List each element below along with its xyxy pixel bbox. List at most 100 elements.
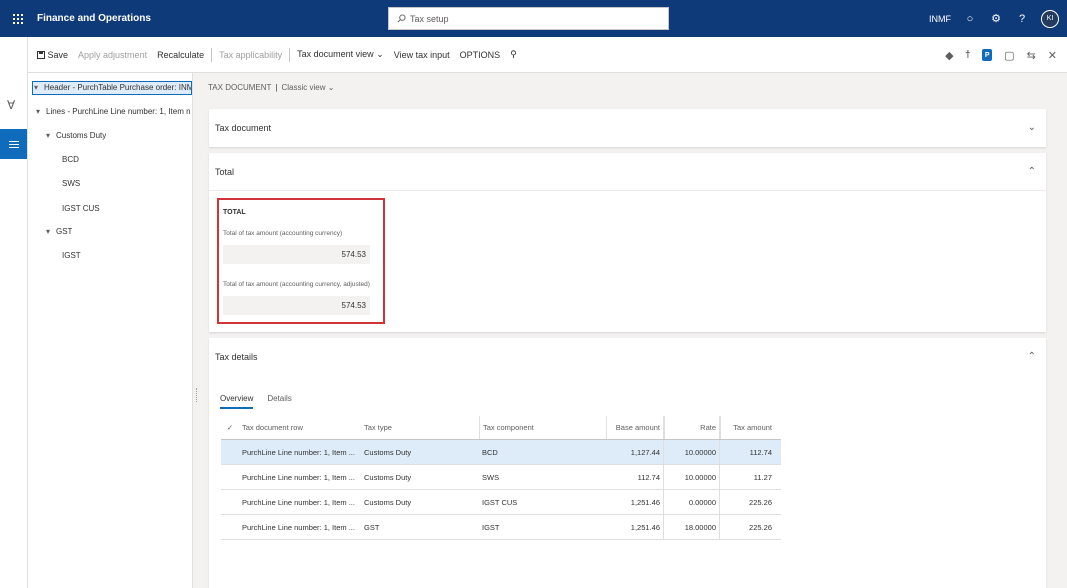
app-launcher-icon[interactable] (7, 8, 29, 30)
save-icon (37, 50, 45, 59)
cell-tax-component: SWS (482, 472, 500, 482)
tab-overview[interactable]: Overview (220, 394, 254, 409)
save-button[interactable]: Save (32, 50, 73, 60)
cell-rate: 0.00000 (664, 490, 720, 514)
cell-rate: 18.00000 (664, 515, 720, 539)
table-row[interactable]: PurchLine Line number: 1, Item ... Custo… (221, 465, 781, 490)
total-group-heading: TOTAL (223, 209, 246, 216)
total-tax-adjusted-field[interactable]: 574.53 (223, 296, 370, 315)
section-title: Tax details (215, 352, 258, 362)
cell-tax-document-row: PurchLine Line number: 1, Item ... (242, 472, 355, 482)
tree-node-sws[interactable]: SWS (62, 179, 80, 188)
column-header-tax-type[interactable]: Tax type (361, 416, 479, 439)
cell-tax-component: IGST CUS (482, 497, 518, 507)
list-icon[interactable] (0, 129, 27, 159)
tax-document-header[interactable]: Tax document ⌄ (209, 109, 1046, 147)
power-apps-icon[interactable]: P (982, 49, 993, 61)
breadcrumb-tax-document[interactable]: TAX DOCUMENT (208, 83, 271, 92)
chevron-up-icon[interactable]: ⌃ (1028, 166, 1036, 177)
select-all-checkbox[interactable]: ✓ (221, 416, 239, 439)
column-header-tax-component[interactable]: Tax component (479, 416, 606, 439)
cell-tax-component: IGST (482, 522, 500, 532)
action-pane: Save Apply adjustment Recalculate Tax ap… (28, 37, 1067, 73)
help-icon[interactable]: ? (1015, 12, 1029, 26)
avatar[interactable]: KI (1041, 9, 1059, 28)
collapse-icon[interactable]: ▾ (46, 227, 56, 236)
chevron-up-icon[interactable]: ⌃ (1028, 351, 1036, 362)
app-title[interactable]: Finance and Operations (37, 13, 151, 24)
nav-rail: ∀ (0, 37, 28, 588)
tax-document-tree: ▾ Header - PurchTable Purchase order: INM… (28, 73, 193, 588)
chevron-down-icon[interactable]: ⌄ (1028, 122, 1036, 133)
cell-tax-amount: 225.26 (749, 522, 772, 532)
refresh-icon[interactable]: ⇆ (1027, 49, 1036, 62)
cell-tax-type: Customs Duty (364, 472, 412, 482)
view-tax-input-button[interactable]: View tax input (389, 50, 455, 60)
cell-base-amount: 1,251.46 (606, 490, 664, 514)
tree-node-igst-cus[interactable]: IGST CUS (62, 204, 100, 213)
diamond-icon[interactable]: ◆ (945, 49, 953, 62)
collapse-icon[interactable]: ▾ (46, 131, 56, 140)
cell-tax-document-row: PurchLine Line number: 1, Item ... (242, 447, 355, 457)
cell-tax-component: BCD (482, 447, 498, 457)
cell-rate: 10.00000 (664, 465, 720, 489)
cell-base-amount: 112.74 (606, 465, 664, 489)
cell-tax-type: Customs Duty (364, 447, 412, 457)
collapse-icon[interactable]: ▾ (36, 107, 46, 116)
tree-node-header[interactable]: ▾ Header - PurchTable Purchase order: INM (32, 81, 192, 95)
tax-details-tabs: Overview Details (220, 394, 292, 409)
cell-tax-type: Customs Duty (364, 497, 412, 507)
bell-icon[interactable]: ○ (963, 12, 977, 26)
total-tax-field[interactable]: 574.53 (223, 245, 370, 264)
app-bar: Finance and Operations Tax setup INMF ○ … (0, 0, 1067, 37)
tree-node-igst[interactable]: IGST (62, 251, 81, 260)
tab-details[interactable]: Details (267, 394, 291, 409)
column-header-tax-amount[interactable]: Tax amount (720, 416, 775, 439)
cell-tax-type: GST (364, 522, 380, 532)
tax-document-section: Tax document ⌄ (209, 109, 1046, 147)
column-header-rate[interactable]: Rate (664, 416, 720, 439)
search-input[interactable]: Tax setup (388, 7, 669, 30)
cell-tax-document-row: PurchLine Line number: 1, Item ... (242, 522, 355, 532)
cell-tax-amount: 11.27 (753, 472, 772, 482)
recalculate-button[interactable]: Recalculate (152, 50, 209, 60)
total-header[interactable]: Total ⌃ (209, 153, 1046, 191)
tax-details-grid: ✓ Tax document row Tax type Tax componen… (221, 416, 781, 540)
search-placeholder: Tax setup (410, 13, 449, 24)
close-icon[interactable]: ✕ (1048, 49, 1057, 62)
divider (211, 47, 213, 62)
collapse-icon[interactable]: ▾ (34, 82, 44, 94)
table-row[interactable]: PurchLine Line number: 1, Item ... Custo… (221, 490, 781, 515)
tree-node-customs-duty[interactable]: ▾ Customs Duty (46, 131, 106, 140)
section-title: Total (215, 166, 235, 177)
breadcrumb-view[interactable]: Classic view ⌄ (281, 83, 334, 92)
tree-node-gst[interactable]: ▾ GST (46, 227, 72, 236)
divider (289, 47, 291, 62)
cell-base-amount: 1,251.46 (606, 515, 664, 539)
total-tax-label: Total of tax amount (accounting currency… (223, 230, 343, 237)
options-button[interactable]: OPTIONS (455, 50, 506, 60)
tax-details-header[interactable]: Tax details ⌃ (209, 338, 1046, 376)
gear-icon[interactable]: ⚙ (989, 12, 1003, 26)
table-row[interactable]: PurchLine Line number: 1, Item ... GST I… (221, 515, 781, 540)
table-row[interactable]: PurchLine Line number: 1, Item ... Custo… (221, 440, 781, 465)
apply-adjustment-button[interactable]: Apply adjustment (73, 50, 152, 60)
open-new-window-icon[interactable]: ▢ (1004, 49, 1014, 62)
filter-icon[interactable]: ∀ (7, 98, 15, 112)
attach-icon[interactable]: ϯ (966, 49, 971, 61)
cell-rate: 10.00000 (664, 440, 720, 464)
grid-header: ✓ Tax document row Tax type Tax componen… (221, 416, 781, 440)
tree-node-lines[interactable]: ▾ Lines - PurchLine Line number: 1, Item … (36, 107, 192, 116)
tree-node-bcd[interactable]: BCD (62, 155, 79, 164)
company-picker[interactable]: INMF (929, 14, 951, 24)
cell-tax-amount: 112.74 (749, 447, 772, 457)
breadcrumb: TAX DOCUMENT | Classic view ⌄ (208, 83, 335, 92)
action-search-icon[interactable]: ⚲ (505, 49, 522, 60)
cell-base-amount: 1,127.44 (606, 440, 664, 464)
cell-tax-amount: 225.26 (749, 497, 772, 507)
tax-document-view-button[interactable]: Tax document view ⌄ (292, 49, 389, 60)
column-header-tax-document-row[interactable]: Tax document row (239, 416, 361, 439)
tax-applicability-button[interactable]: Tax applicability (214, 50, 287, 60)
column-header-base-amount[interactable]: Base amount (606, 416, 664, 439)
search-icon (397, 14, 406, 23)
